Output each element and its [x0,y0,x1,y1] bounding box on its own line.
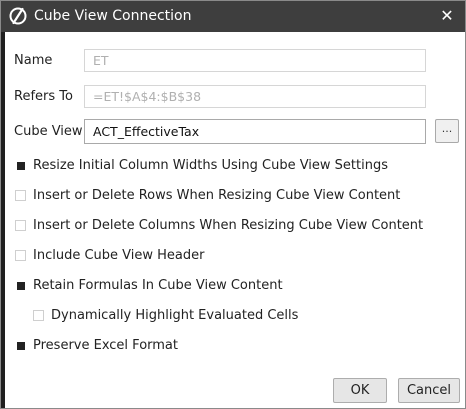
option-checkbox[interactable] [15,190,26,201]
option-resize-column-widths[interactable]: Resize Initial Column Widths Using Cube … [15,157,388,175]
refers-to-field[interactable]: =ET!$A$4:$B$38 [84,85,426,108]
option-checkbox[interactable] [15,250,26,261]
option-label: Insert or Delete Columns When Resizing C… [33,218,424,233]
option-label: Preserve Excel Format [33,338,178,353]
cube-view-label: Cube View [14,124,83,139]
close-icon: ✕ [440,6,454,25]
option-checkbox[interactable] [33,310,44,321]
option-label: Retain Formulas In Cube View Content [33,278,283,293]
option-label: Dynamically Highlight Evaluated Cells [51,308,299,323]
option-label: Resize Initial Column Widths Using Cube … [33,158,389,173]
option-checkbox[interactable] [17,162,25,170]
cube-view-connection-dialog: Cube View Connection ✕ Name ET Refers To… [0,0,466,409]
option-label: Insert or Delete Rows When Resizing Cube… [33,188,401,203]
cancel-button[interactable]: Cancel [398,378,460,403]
left-edge-accent [1,32,5,408]
option-include-header[interactable]: Include Cube View Header [15,247,204,265]
option-highlight-evaluated-cells[interactable]: Dynamically Highlight Evaluated Cells [33,307,298,325]
option-retain-formulas[interactable]: Retain Formulas In Cube View Content [15,277,283,295]
option-insert-delete-rows[interactable]: Insert or Delete Rows When Resizing Cube… [15,187,400,205]
option-label: Include Cube View Header [33,248,205,263]
option-checkbox[interactable] [17,342,25,350]
close-button[interactable]: ✕ [433,4,461,28]
name-label: Name [14,53,53,68]
window-title: Cube View Connection [34,8,192,24]
onestream-logo-icon [9,7,27,25]
option-insert-delete-columns[interactable]: Insert or Delete Columns When Resizing C… [15,217,423,235]
ok-button[interactable]: OK [333,378,387,403]
option-preserve-excel-format[interactable]: Preserve Excel Format [15,337,178,355]
option-checkbox[interactable] [15,220,26,231]
refers-to-label: Refers To [14,89,73,104]
option-checkbox[interactable] [17,282,25,290]
title-bar: Cube View Connection ✕ [1,1,465,32]
cube-view-field[interactable]: ACT_EffectiveTax [84,119,426,144]
browse-cube-view-button[interactable]: ... [435,119,459,143]
name-field[interactable]: ET [84,49,426,72]
